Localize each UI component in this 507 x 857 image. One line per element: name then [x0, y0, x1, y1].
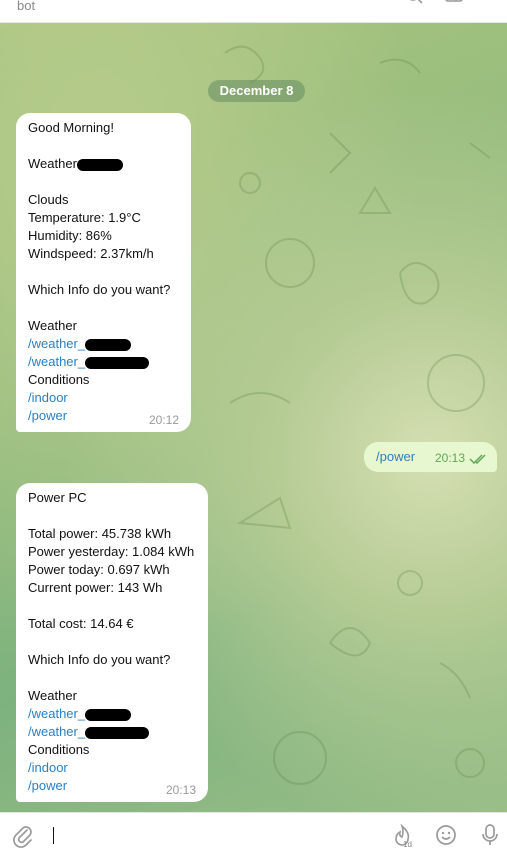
double-check-icon [469, 454, 486, 464]
microphone-icon[interactable] [480, 823, 500, 847]
message-composer: 1d [0, 812, 507, 857]
message-line [28, 299, 179, 317]
message-line: Total power: 45.738 kWh [28, 526, 172, 541]
message-line: Humidity: 86% [28, 228, 112, 243]
command-link[interactable]: /weather_ [28, 706, 85, 721]
redaction-bar [85, 338, 132, 351]
redaction-bar [85, 708, 132, 721]
message-line: /weather_ [28, 353, 179, 371]
chat-area[interactable]: December 8 Good Morning! Weather Clouds … [0, 23, 507, 812]
message-line: Weather [28, 318, 77, 333]
message-line: Power today: 0.697 kWh [28, 562, 170, 577]
command-link[interactable]: /weather_ [28, 354, 85, 369]
message-line: Good Morning! [28, 120, 114, 135]
message-line [28, 669, 196, 687]
message-line: Power yesterday: 1.084 kWh [28, 544, 195, 559]
more-icon[interactable] [480, 0, 496, 6]
message-line: /weather_ [28, 723, 196, 741]
message-line: Which Info do you want? [28, 282, 171, 297]
message-line: Clouds [28, 192, 69, 207]
sidebar-toggle-icon[interactable] [444, 0, 464, 6]
message-line: Which Info do you want? [28, 652, 171, 667]
message-time: 20:12 [148, 413, 179, 427]
message-line: /weather_ [28, 705, 196, 723]
outgoing-message-bubble[interactable]: /power 20:13 [364, 442, 497, 472]
redaction-bar [76, 158, 123, 171]
message-text: Weather [28, 156, 77, 171]
message-line: Temperature: 1.9°C [28, 210, 141, 225]
command-link[interactable]: /weather_ [28, 724, 85, 739]
message-line [28, 263, 179, 281]
command-link[interactable]: /weather_ [28, 336, 85, 351]
chat-title[interactable]: bot [17, 0, 35, 13]
date-separator: December 8 [208, 80, 305, 102]
message-line: Windspeed: 2.37km/h [28, 246, 154, 261]
message-line: /weather_ [28, 335, 179, 353]
message-line [28, 507, 196, 525]
message-line: Conditions [28, 372, 90, 387]
message-bubble[interactable]: Power PC Total power: 45.738 kWh Power y… [16, 483, 208, 802]
message-time: 20:13 [165, 783, 196, 797]
redaction-bar [85, 726, 150, 739]
timer-badge: 1d [403, 840, 412, 849]
command-link[interactable]: /indoor [28, 389, 179, 407]
message-time: 20:13 [434, 451, 465, 465]
message-line: Total cost: 14.64 € [28, 616, 134, 631]
message-line [28, 633, 196, 651]
search-icon[interactable] [405, 0, 425, 6]
message-input[interactable] [53, 827, 54, 844]
paperclip-icon[interactable] [12, 824, 34, 848]
message-line: Current power: 143 Wh [28, 580, 163, 595]
message-line [28, 597, 196, 615]
message-line [28, 137, 179, 155]
message-bubble[interactable]: Good Morning! Weather Clouds Temperature… [16, 113, 191, 432]
command-link[interactable]: /indoor [28, 759, 196, 777]
message-line: Weather [28, 688, 77, 703]
command-link[interactable]: /power [376, 449, 415, 464]
smile-icon[interactable] [435, 824, 457, 846]
message-line: Conditions [28, 742, 90, 757]
message-line: Weather [28, 155, 179, 173]
message-line: Power PC [28, 490, 87, 505]
message-line [28, 173, 179, 191]
chat-header: bot [0, 0, 507, 23]
redaction-bar [85, 356, 150, 369]
